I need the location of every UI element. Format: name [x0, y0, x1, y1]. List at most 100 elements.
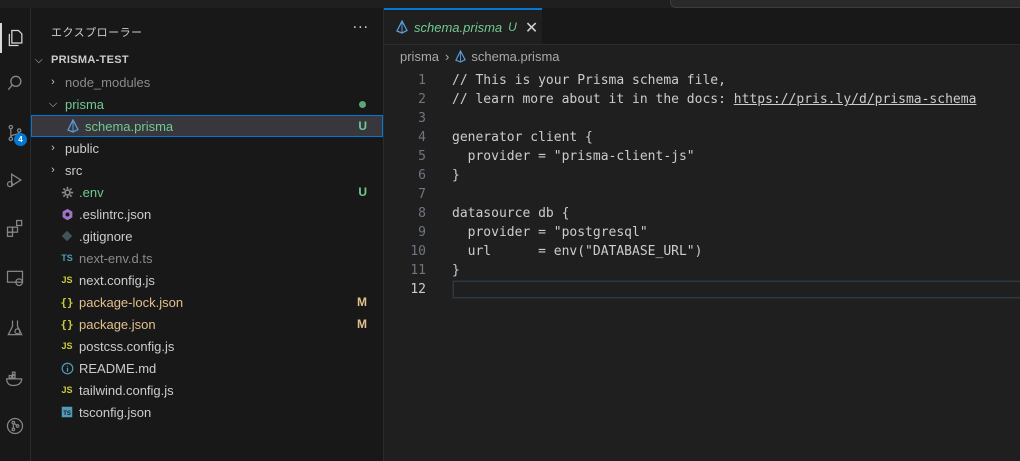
- file-item[interactable]: TS next-env.d.ts: [31, 247, 383, 269]
- line-number: 8: [418, 206, 426, 221]
- code-text: provider = "prisma-client-js": [452, 149, 695, 164]
- tsconfig-icon: TS: [59, 404, 75, 420]
- gear-icon: [59, 184, 75, 200]
- status-dot: [359, 100, 366, 108]
- chevron-right-icon: ›: [445, 48, 450, 64]
- prisma-icon: [65, 118, 81, 134]
- file-item[interactable]: JS postcss.config.js: [31, 335, 383, 357]
- line-number: 7: [418, 187, 426, 202]
- testing-icon[interactable]: [0, 313, 30, 343]
- line-number: 10: [410, 244, 426, 259]
- file-label: package-lock.json: [79, 294, 184, 310]
- code-text: }: [452, 263, 460, 278]
- folder-item[interactable]: › node_modules: [31, 71, 383, 93]
- file-label: .gitignore: [79, 228, 133, 244]
- breadcrumb-file[interactable]: schema.prisma: [471, 49, 559, 64]
- source-control-icon[interactable]: 4: [0, 118, 30, 148]
- docs-link[interactable]: https://pris.ly/d/prisma-schema: [734, 92, 977, 107]
- close-icon[interactable]: ✕: [525, 18, 538, 37]
- remote-explorer-icon[interactable]: [0, 263, 30, 293]
- chevron-down-icon: ⌵: [35, 54, 43, 66]
- file-label: prisma: [65, 96, 105, 112]
- git-status-badge: M: [357, 295, 367, 309]
- code-line[interactable]: 4 generator client {: [384, 128, 1020, 147]
- code-text: // This is your Prisma schema file,: [452, 73, 726, 88]
- code-line[interactable]: 2 // learn more about it in the docs: htt…: [384, 90, 1020, 109]
- chevron-right-icon: ›: [51, 76, 55, 88]
- git-status-badge: U: [358, 185, 367, 199]
- code-text: provider = "postgresql": [452, 225, 648, 240]
- activity-bar: 4: [0, 8, 31, 461]
- code-line[interactable]: 1 // This is your Prisma schema file,: [384, 71, 1020, 90]
- file-item[interactable]: .eslintrc.json: [31, 203, 383, 225]
- code-line[interactable]: 7: [384, 185, 1020, 204]
- file-item[interactable]: .gitignore: [31, 225, 383, 247]
- code-text: }: [452, 168, 460, 183]
- file-label: README.md: [79, 360, 157, 376]
- chevron-down-icon: ⌵: [48, 97, 58, 110]
- tab-status: U: [508, 20, 517, 34]
- line-number: 3: [418, 111, 426, 126]
- scm-badge: 4: [14, 133, 27, 146]
- extensions-icon[interactable]: [0, 213, 30, 243]
- prisma-icon: [455, 49, 467, 63]
- json-icon: {}: [60, 295, 74, 309]
- code-line[interactable]: 9 provider = "postgresql": [384, 223, 1020, 242]
- file-label: src: [65, 162, 83, 178]
- line-number: 9: [418, 225, 426, 240]
- file-item[interactable]: JS next.config.js: [31, 269, 383, 291]
- explorer-sidebar: エクスプローラー ··· ⌵ PRISMA-TEST › node_modules…: [31, 8, 384, 461]
- line-number: 12: [410, 282, 426, 297]
- run-debug-icon[interactable]: [0, 165, 30, 195]
- line-number: 4: [418, 130, 426, 145]
- info-icon: [59, 360, 75, 376]
- code-line[interactable]: 10 url = env("DATABASE_URL"): [384, 242, 1020, 261]
- code-line[interactable]: 6}: [384, 166, 1020, 185]
- code-line[interactable]: 12: [384, 280, 1020, 299]
- tab-schema-prisma[interactable]: schema.prisma U ✕: [384, 8, 542, 44]
- more-actions-icon[interactable]: ···: [353, 20, 369, 36]
- current-line-highlight: [452, 280, 1020, 299]
- tab-bar: schema.prisma U ✕: [384, 8, 1020, 45]
- tab-label: schema.prisma: [414, 19, 503, 35]
- git-graph-icon[interactable]: [0, 411, 30, 441]
- code-text: // learn more about it in the docs: http…: [452, 92, 977, 107]
- javascript-icon: JS: [61, 275, 73, 285]
- file-item[interactable]: {} package.json M: [31, 313, 383, 335]
- folder-item[interactable]: › src: [31, 159, 383, 181]
- line-number: 6: [418, 168, 426, 183]
- code-line[interactable]: 11}: [384, 261, 1020, 280]
- code-line[interactable]: 5 provider = "prisma-client-js": [384, 147, 1020, 166]
- search-icon[interactable]: [0, 68, 30, 98]
- file-item[interactable]: .env U: [31, 181, 383, 203]
- file-item[interactable]: JS tailwind.config.js: [31, 379, 383, 401]
- breadcrumb-folder[interactable]: prisma: [400, 49, 439, 64]
- eslint-icon: [59, 206, 75, 222]
- file-item[interactable]: README.md: [31, 357, 383, 379]
- project-name: PRISMA-TEST: [51, 54, 129, 66]
- git-icon: [59, 228, 75, 244]
- code-line[interactable]: 8 datasource db {: [384, 204, 1020, 223]
- file-label: schema.prisma: [85, 118, 174, 134]
- file-item[interactable]: schema.prisma U: [31, 115, 383, 137]
- folder-item[interactable]: ⌵ prisma: [31, 93, 383, 115]
- chevron-right-icon: ›: [51, 164, 55, 176]
- typescript-icon: TS: [61, 253, 73, 263]
- code-editor[interactable]: 1 // This is your Prisma schema file, 2 // …: [384, 67, 1020, 461]
- code-line[interactable]: 3: [384, 109, 1020, 128]
- line-number: 1: [418, 73, 426, 88]
- line-number: 5: [418, 149, 426, 164]
- explorer-icon[interactable]: [0, 23, 30, 53]
- folder-item[interactable]: › public: [31, 137, 383, 159]
- file-label: postcss.config.js: [79, 338, 175, 354]
- docker-icon[interactable]: [0, 363, 30, 393]
- title-bar: [0, 0, 1020, 8]
- project-header[interactable]: ⌵ PRISMA-TEST: [31, 49, 383, 71]
- breadcrumb: prisma › schema.prisma: [384, 45, 1020, 67]
- file-item[interactable]: {} package-lock.json M: [31, 291, 383, 313]
- javascript-icon: JS: [61, 385, 73, 395]
- command-center-search[interactable]: [670, 0, 1020, 8]
- chevron-right-icon: ›: [51, 142, 55, 154]
- file-item[interactable]: TS tsconfig.json: [31, 401, 383, 423]
- file-label: public: [65, 140, 99, 156]
